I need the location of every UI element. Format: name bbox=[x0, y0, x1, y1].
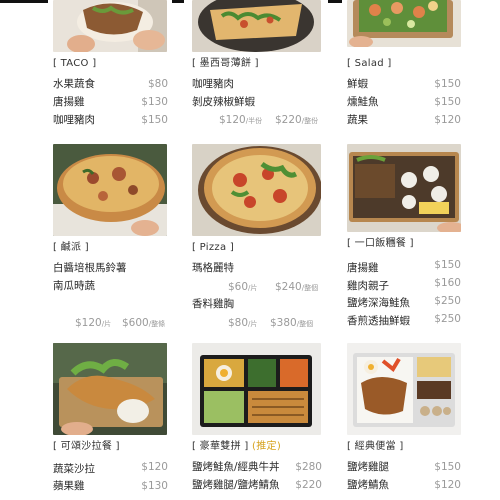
price-full: $220 bbox=[275, 114, 302, 126]
menu-item-price: $120 bbox=[434, 479, 461, 491]
top-edge-bar bbox=[328, 0, 342, 3]
menu-item-name: 瑪格麗特 bbox=[192, 262, 234, 274]
quiche-photo bbox=[53, 144, 167, 236]
section-title-croissant-salad-set: [ 可頌沙拉餐 ] bbox=[53, 441, 120, 452]
menu-item-name: 剝皮辣椒鮮蝦 bbox=[192, 96, 255, 108]
menu-item-price-whole: $240/整個 bbox=[275, 280, 318, 295]
menu-item-price: $160 bbox=[434, 277, 461, 289]
section-title-salad: [ Salad ] bbox=[347, 58, 392, 69]
price-whole: $240 bbox=[275, 281, 302, 293]
price-unit: /半份 bbox=[245, 117, 263, 125]
menu-item-price-slice: $80/片 bbox=[228, 316, 257, 331]
menu-item-name: 鹽烤雞腿 bbox=[347, 461, 389, 473]
menu-item-price-whole: $600/整條 bbox=[122, 316, 165, 331]
menu-item-name: 雞肉親子 bbox=[347, 280, 389, 292]
price-slice: $120 bbox=[75, 317, 102, 329]
section-title-pizza: [ Pizza ] bbox=[192, 242, 235, 253]
price-unit: /整個 bbox=[301, 284, 319, 292]
menu-item-name: 鹽烤鯖魚 bbox=[347, 479, 389, 491]
top-edge-bar bbox=[172, 0, 184, 3]
menu-item-price: $120 bbox=[141, 461, 168, 473]
taco-wrap-photo bbox=[53, 0, 167, 52]
price-unit: /片 bbox=[101, 320, 112, 328]
section-title-quesadilla: [ 墨西哥薄餅 ] bbox=[192, 58, 259, 69]
price-unit: /整個 bbox=[296, 320, 314, 328]
menu-item-price: $130 bbox=[141, 480, 168, 492]
menu-item-price-slice: $60/片 bbox=[228, 280, 257, 295]
menu-item-name: 南瓜時蔬 bbox=[53, 280, 95, 292]
menu-item-price-slice: $120/片 bbox=[75, 316, 111, 331]
section-title-text: [ 豪華雙拼 ] bbox=[192, 441, 249, 452]
menu-item-name: 唐揚雞 bbox=[53, 96, 85, 108]
price-unit: /整條 bbox=[148, 320, 166, 328]
menu-item-price: $150 bbox=[434, 461, 461, 473]
menu-item-name: 鮮蝦 bbox=[347, 78, 368, 90]
section-title-note: (推定) bbox=[252, 441, 282, 452]
menu-item-name: 白醬培根馬鈴薯 bbox=[53, 262, 127, 274]
menu-item-price: $150 bbox=[434, 259, 461, 271]
menu-item-name: 唐揚雞 bbox=[347, 262, 379, 274]
menu-item-price: $120 bbox=[434, 114, 461, 126]
menu-item-name: 鹽烤雞腿/鹽烤鯖魚 bbox=[192, 479, 280, 491]
menu-item-price-full: $220/整份 bbox=[275, 113, 318, 128]
menu-item-name: 咖哩豬肉 bbox=[192, 78, 234, 90]
menu-item-price: $150 bbox=[434, 96, 461, 108]
price-whole: $380 bbox=[270, 317, 297, 329]
menu-item-name: 蘋果雞 bbox=[53, 480, 85, 492]
croissant-salad-photo bbox=[53, 343, 167, 435]
menu-item-price: $150 bbox=[434, 78, 461, 90]
section-title-deluxe-double: [ 豪華雙拼 ] (推定) bbox=[192, 440, 281, 454]
menu-item-price: $220 bbox=[295, 479, 322, 491]
menu-item-name: 咖哩豬肉 bbox=[53, 114, 95, 126]
price-unit: /片 bbox=[248, 320, 258, 328]
price-unit: /片 bbox=[248, 284, 258, 292]
rice-ball-box-photo bbox=[347, 144, 461, 232]
price-slice: $80 bbox=[228, 317, 249, 329]
price-unit: /整份 bbox=[301, 117, 319, 125]
menu-item-name: 鹽烤深海鮭魚 bbox=[347, 297, 410, 309]
top-edge-bar bbox=[0, 0, 48, 3]
price-half: $120 bbox=[219, 114, 246, 126]
menu-item-price: $250 bbox=[434, 313, 461, 325]
section-title-quiche: [ 鹹派 ] bbox=[53, 242, 89, 253]
section-title-classic-bento: [ 經典便當 ] bbox=[347, 441, 404, 452]
price-whole: $600 bbox=[122, 317, 149, 329]
menu-item-price: $280 bbox=[295, 461, 322, 473]
menu-item-price-whole: $380/整個 bbox=[270, 316, 313, 331]
bento-classic-photo bbox=[347, 343, 461, 435]
pizza-photo bbox=[192, 144, 321, 236]
section-title-taco: [ TACO ] bbox=[53, 58, 97, 69]
menu-item-price-half: $120/半份 bbox=[219, 113, 262, 128]
menu-item-price: $80 bbox=[147, 78, 168, 90]
menu-item-name: 鹽烤鮭魚/經典牛丼 bbox=[192, 461, 280, 473]
menu-item-name: 水果蔬食 bbox=[53, 78, 95, 90]
menu-item-name: 香煎透抽鮮蝦 bbox=[347, 315, 410, 327]
section-title-rice-ball-set: [ 一口飯糰餐 ] bbox=[347, 238, 414, 249]
menu-item-name: 香料雞胸 bbox=[192, 298, 234, 310]
bento-deluxe-photo bbox=[192, 343, 321, 435]
menu-item-price: $250 bbox=[434, 295, 461, 307]
menu-item-price: $130 bbox=[141, 96, 168, 108]
quesadilla-photo bbox=[192, 0, 321, 52]
menu-item-price: $150 bbox=[141, 114, 168, 126]
price-slice: $60 bbox=[228, 281, 249, 293]
salad-photo bbox=[347, 0, 461, 47]
menu-item-name: 蔬果 bbox=[347, 114, 368, 126]
menu-item-name: 燻鮭魚 bbox=[347, 96, 379, 108]
menu-item-name: 蔬菜沙拉 bbox=[53, 463, 95, 475]
